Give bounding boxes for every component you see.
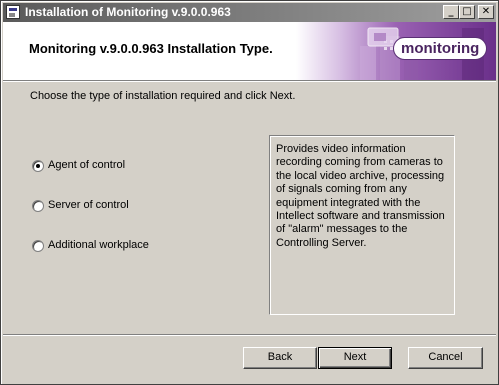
radio-selected-icon[interactable] [32, 160, 44, 172]
installer-app-icon [6, 5, 20, 19]
title-bar[interactable]: Installation of Monitoring v.9.0.0.963 _… [3, 3, 496, 22]
instruction-text: Choose the type of installation required… [30, 90, 296, 102]
minimize-button[interactable]: _ [443, 5, 459, 19]
cancel-button[interactable]: Cancel [408, 347, 483, 369]
back-button[interactable]: Back [243, 347, 317, 369]
installation-type-title: Monitoring v.9.0.0.963 Installation Type… [29, 41, 273, 56]
description-panel: Provides video information recording com… [269, 135, 455, 315]
close-button[interactable]: ✕ [478, 5, 494, 19]
maximize-button[interactable]: □ [459, 5, 475, 19]
description-text: Provides video information recording com… [276, 143, 445, 249]
installer-window: Installation of Monitoring v.9.0.0.963 _… [0, 0, 499, 385]
footer-divider [3, 334, 496, 336]
radio-label[interactable]: Additional workplace [48, 239, 149, 251]
radio-label[interactable]: Server of control [48, 199, 129, 211]
radio-label[interactable]: Agent of control [48, 159, 125, 171]
header-divider [3, 80, 496, 82]
radio-unselected-icon[interactable] [32, 240, 44, 252]
header-banner: Monitoring v.9.0.0.963 Installation Type… [3, 22, 496, 80]
next-button[interactable]: Next [318, 347, 392, 369]
monitoring-logo: monitoring [393, 37, 488, 60]
window-title: Installation of Monitoring v.9.0.0.963 [25, 5, 231, 19]
radio-unselected-icon[interactable] [32, 200, 44, 212]
